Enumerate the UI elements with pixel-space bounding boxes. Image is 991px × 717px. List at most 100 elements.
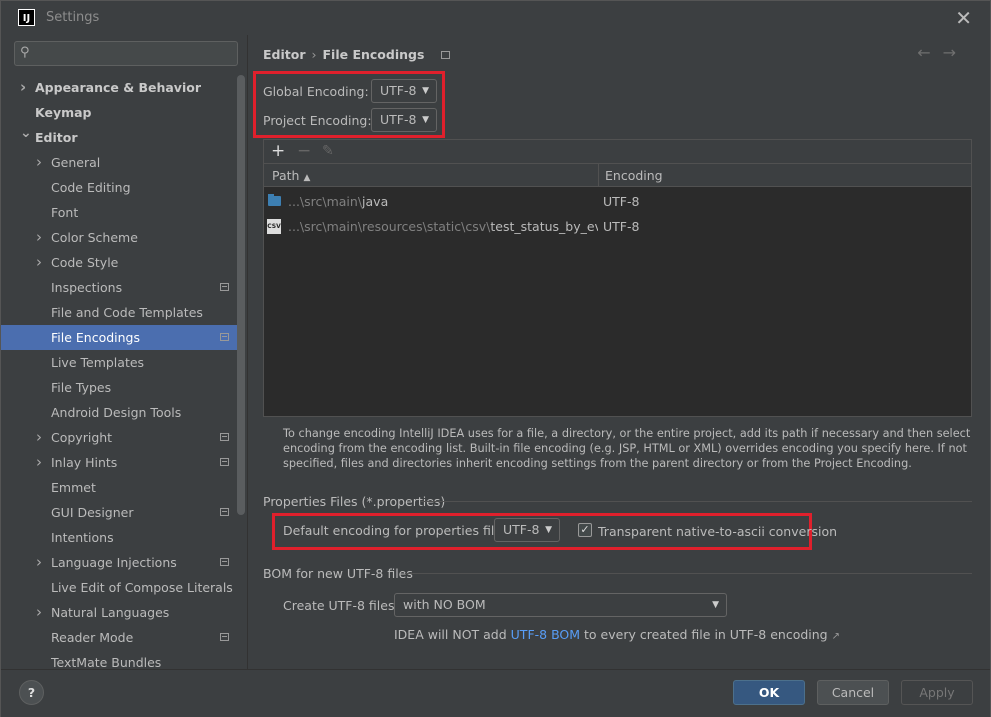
column-header-path-label: Path: [272, 168, 300, 183]
chevron-down-icon[interactable]: ⌄: [20, 121, 32, 146]
chevron-right-icon[interactable]: ›: [36, 550, 42, 575]
breadcrumb: Editor › File Encodings: [263, 47, 450, 62]
sidebar-item-label: Keymap: [35, 105, 92, 120]
sidebar-item[interactable]: File Encodings: [1, 325, 245, 350]
sidebar-item-label: Editor: [35, 130, 78, 145]
column-header-encoding[interactable]: Encoding: [605, 168, 663, 183]
cancel-button[interactable]: Cancel: [817, 680, 889, 705]
project-scope-icon: [220, 508, 229, 516]
chevron-right-icon[interactable]: ›: [36, 600, 42, 625]
chevron-right-icon[interactable]: ›: [20, 75, 26, 100]
sidebar-item[interactable]: › Appearance & Behavior: [1, 75, 245, 100]
sidebar-item[interactable]: › Copyright: [1, 425, 245, 450]
csv-file-icon: CSV: [267, 219, 281, 234]
sidebar-item[interactable]: Live Edit of Compose Literals: [1, 575, 245, 600]
sidebar-item[interactable]: Intentions: [1, 525, 245, 550]
chevron-right-icon: ›: [311, 47, 317, 62]
sidebar-item-label: Inspections: [51, 280, 123, 295]
transparent-conversion-label[interactable]: Transparent native-to-ascii conversion: [598, 524, 837, 539]
sidebar-item[interactable]: Live Templates: [1, 350, 245, 375]
chevron-down-icon: ▼: [422, 86, 429, 96]
sidebar-item-label: Font: [51, 205, 79, 220]
column-header-path[interactable]: Path ▲: [272, 168, 310, 183]
chevron-right-icon[interactable]: ›: [36, 250, 42, 275]
sidebar-item[interactable]: › Color Scheme: [1, 225, 245, 250]
project-scope-icon: [220, 333, 229, 341]
apply-button[interactable]: Apply: [901, 680, 973, 705]
row-encoding: UTF-8: [603, 219, 640, 234]
search-input[interactable]: ⚲: [14, 41, 238, 66]
chevron-right-icon[interactable]: ›: [36, 425, 42, 450]
sidebar-item-label: Language Injections: [51, 555, 177, 570]
sidebar-item-label: Live Templates: [51, 355, 145, 370]
sidebar-item-label: Inlay Hints: [51, 455, 118, 470]
remove-icon[interactable]: −: [297, 140, 311, 162]
global-encoding-select[interactable]: UTF-8 ▼: [371, 79, 437, 103]
forward-arrow-icon[interactable]: →: [943, 43, 968, 62]
sidebar-item[interactable]: Emmet: [1, 475, 245, 500]
sidebar-item[interactable]: › Natural Languages: [1, 600, 245, 625]
sidebar-item[interactable]: › Language Injections: [1, 550, 245, 575]
utf8-bom-link[interactable]: UTF-8 BOM: [511, 627, 580, 642]
breadcrumb-current: File Encodings: [322, 47, 425, 62]
title-bar: IJ Settings ✕: [1, 1, 990, 35]
table-row[interactable]: ...\src\main\java UTF-8: [264, 189, 971, 214]
sidebar-item[interactable]: › Code Style: [1, 250, 245, 275]
sidebar-item[interactable]: File and Code Templates: [1, 300, 245, 325]
properties-default-label: Default encoding for properties files:: [283, 523, 513, 538]
separator: [405, 573, 972, 574]
sidebar-item[interactable]: Keymap: [1, 100, 245, 125]
project-encoding-value: UTF-8: [380, 112, 417, 127]
column-divider[interactable]: [598, 164, 599, 187]
back-arrow-icon[interactable]: ←: [917, 43, 942, 62]
search-icon: ⚲: [20, 45, 30, 60]
bom-select[interactable]: with NO BOM ▼: [394, 593, 727, 617]
sidebar-item[interactable]: › General: [1, 150, 245, 175]
sidebar-item[interactable]: Code Editing: [1, 175, 245, 200]
create-utf8-label: Create UTF-8 files:: [283, 598, 399, 613]
encoding-description: To change encoding IntelliJ IDEA uses fo…: [283, 427, 971, 470]
sidebar-item[interactable]: › Inlay Hints: [1, 450, 245, 475]
bom-note-prefix: IDEA will NOT add: [394, 627, 511, 642]
sidebar-item-label: Reader Mode: [51, 630, 134, 645]
sidebar-item[interactable]: ⌄ Editor: [1, 125, 245, 150]
sidebar-item-label: File Types: [51, 380, 112, 395]
properties-encoding-select[interactable]: UTF-8 ▼: [494, 518, 560, 542]
sidebar-scrollbar[interactable]: [237, 75, 245, 515]
project-encoding-select[interactable]: UTF-8 ▼: [371, 108, 437, 132]
sidebar-item[interactable]: Reader Mode: [1, 625, 245, 650]
sort-ascending-icon: ▲: [303, 173, 311, 183]
window-title: Settings: [46, 10, 100, 25]
properties-encoding-value: UTF-8: [503, 522, 540, 537]
separator: [421, 501, 972, 502]
chevron-right-icon[interactable]: ›: [36, 150, 42, 175]
intellij-logo-icon: IJ: [18, 9, 35, 26]
close-icon[interactable]: ✕: [955, 6, 972, 30]
row-encoding: UTF-8: [603, 194, 640, 209]
global-encoding-label: Global Encoding:: [263, 84, 369, 99]
sidebar-item[interactable]: Android Design Tools: [1, 400, 245, 425]
path-prefix: ...\src\main\: [288, 194, 363, 209]
help-button[interactable]: ?: [19, 680, 44, 705]
table-header: Path ▲ Encoding: [264, 163, 971, 187]
breadcrumb-parent[interactable]: Editor: [263, 47, 306, 62]
folder-icon: [268, 194, 281, 206]
project-scope-icon: [220, 433, 229, 441]
sidebar-item[interactable]: File Types: [1, 375, 245, 400]
ok-button[interactable]: OK: [733, 680, 805, 705]
chevron-right-icon[interactable]: ›: [36, 450, 42, 475]
sidebar-item[interactable]: Inspections: [1, 275, 245, 300]
add-icon[interactable]: +: [271, 140, 285, 162]
settings-dialog: IJ Settings ✕ ⚲ › Appearance & Behavior Ke…: [0, 0, 991, 717]
path-name: test_status_by_event.: [490, 219, 598, 234]
edit-icon[interactable]: ✎: [322, 140, 334, 162]
properties-section-title: Properties Files (*.properties): [263, 494, 446, 509]
chevron-right-icon[interactable]: ›: [36, 225, 42, 250]
transparent-conversion-checkbox[interactable]: ✓: [578, 523, 592, 537]
sidebar-item-label: Code Editing: [51, 180, 131, 195]
project-scope-icon: [220, 633, 229, 641]
table-row[interactable]: CSV ...\src\main\resources\static\csv\te…: [264, 214, 971, 239]
sidebar-item[interactable]: GUI Designer: [1, 500, 245, 525]
bom-note: IDEA will NOT add UTF-8 BOM to every cre…: [394, 627, 840, 642]
sidebar-item[interactable]: Font: [1, 200, 245, 225]
